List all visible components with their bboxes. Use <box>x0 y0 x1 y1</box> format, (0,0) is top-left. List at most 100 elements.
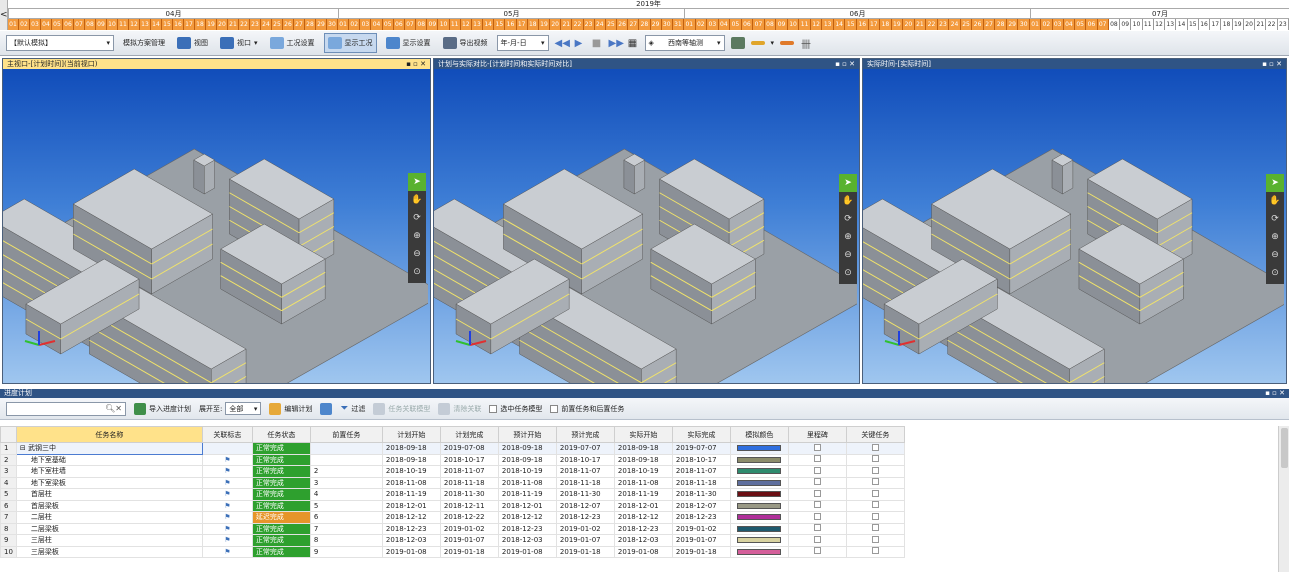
color-swatch[interactable] <box>737 502 782 509</box>
timeline-day[interactable]: 17 <box>868 19 881 30</box>
column-header[interactable]: 实际完成 <box>671 426 731 443</box>
zoom-out-icon[interactable]: ⊖ <box>839 246 857 264</box>
timeline-day[interactable]: 24 <box>594 19 606 30</box>
actual-viewport[interactable]: 实际时间-[实际时间] ▪ ▫ ✕ ➤ ✋ ⟳ ⊕ ⊖ ⊙ <box>862 58 1287 384</box>
table-row[interactable]: 4 地下室梁板 ⚑ 正常完成 3 2018-11-08 2018-11-18 2018-11-… <box>0 476 905 489</box>
milestone-checkbox[interactable] <box>813 512 821 520</box>
3d-scene[interactable] <box>434 69 859 383</box>
zoom-fit-icon[interactable]: ⊙ <box>1266 264 1284 282</box>
table-row[interactable]: 3 地下室柱墙 ⚑ 正常完成 2 2018-10-19 2018-11-07 2018-10-… <box>0 465 905 478</box>
section-icon[interactable]: 卌 <box>800 36 812 51</box>
pan-hand-icon[interactable]: ✋ <box>408 191 426 209</box>
timeline-day[interactable]: 18 <box>1221 19 1233 30</box>
task-link-model-button[interactable]: 任务关联模型 <box>373 402 430 415</box>
timeline-day[interactable]: 11 <box>1142 19 1154 30</box>
timeline-day[interactable]: 04 <box>371 19 383 30</box>
timeline-day[interactable]: 22 <box>1266 19 1278 30</box>
critical-checkbox[interactable] <box>871 501 879 509</box>
timeline-day[interactable]: 12 <box>810 19 823 30</box>
sim-plan-combo[interactable]: 【默认模拟】 ▾ <box>6 35 114 51</box>
timeline-day[interactable]: 10 <box>438 19 450 30</box>
viewport-button[interactable]: 视口 ▾ <box>217 33 261 53</box>
milestone-checkbox[interactable] <box>813 547 821 555</box>
timeline-day[interactable]: 23 <box>937 19 950 30</box>
timeline-day[interactable]: 15 <box>162 19 173 30</box>
milestone-checkbox[interactable] <box>813 524 821 532</box>
column-header[interactable]: 任务状态 <box>251 426 311 443</box>
timeline-day[interactable]: 23 <box>250 19 261 30</box>
timeline-day[interactable]: 01 <box>1030 19 1042 30</box>
chevron-down-icon[interactable]: ▾ <box>771 39 775 47</box>
timeline-day[interactable]: 22 <box>926 19 938 30</box>
zoom-in-icon[interactable]: ⊕ <box>408 227 426 245</box>
column-header[interactable]: 模拟颜色 <box>729 426 789 443</box>
timeline-day[interactable]: 08 <box>1108 19 1121 30</box>
timeline-day[interactable]: 10 <box>1131 19 1143 30</box>
timeline-day[interactable]: 12 <box>129 19 140 30</box>
timeline-day[interactable]: 14 <box>483 19 495 30</box>
timeline-day[interactable]: 16 <box>1198 19 1211 30</box>
critical-checkbox[interactable] <box>871 547 879 555</box>
timeline-day[interactable]: 26 <box>283 19 294 30</box>
scroll-thumb[interactable] <box>1281 428 1288 468</box>
timeline-day[interactable]: 07 <box>753 19 765 30</box>
timeline-day[interactable]: 17 <box>516 19 528 30</box>
timeline-day[interactable]: 30 <box>327 19 338 30</box>
zoom-fit-icon[interactable]: ⊙ <box>408 263 426 281</box>
orbit-icon[interactable]: ⟳ <box>408 209 426 227</box>
timeline-day[interactable]: 12 <box>460 19 472 30</box>
timeline-day[interactable]: 27 <box>983 19 996 30</box>
timeline-day[interactable]: 14 <box>151 19 162 30</box>
color-swatch[interactable] <box>737 468 782 475</box>
color-swatch[interactable] <box>737 514 782 521</box>
timeline-day[interactable]: 20 <box>903 19 915 30</box>
zoom-in-icon[interactable]: ⊕ <box>839 228 857 246</box>
show-work-button[interactable]: 显示工况 <box>323 33 377 53</box>
window-controls-icon[interactable]: ▪ ▫ ✕ <box>1262 59 1282 69</box>
critical-checkbox[interactable] <box>871 489 879 497</box>
timeline-day[interactable]: 19 <box>538 19 551 30</box>
timeline-day[interactable]: 25 <box>960 19 973 30</box>
milestone-checkbox[interactable] <box>813 466 821 474</box>
compare-viewport[interactable]: 计划与实际对比-[计划时间和实际时间对比] ▪ ▫ ✕ ➤ ✋ ⟳ ⊕ ⊖ ⊙ <box>433 58 860 384</box>
import-plan-button[interactable]: 导入进度计划 <box>134 402 191 415</box>
timeline-day[interactable]: 28 <box>995 19 1007 30</box>
timeline-day[interactable]: 07 <box>1097 19 1109 30</box>
timeline-day[interactable]: 07 <box>74 19 85 30</box>
main-viewport[interactable]: 主视口-[计划时间](当前视口) ▪ ▫ ✕ <box>2 58 431 384</box>
collapse-icon[interactable]: ⊟ <box>20 444 28 452</box>
table-row[interactable]: 9 三层柱 ⚑ 正常完成 8 2018-12-03 2019-01-07 2018-12-03… <box>0 534 905 547</box>
prev-next-task-checkbox[interactable]: 前置任务和后置任务 <box>550 404 624 414</box>
timeline-day[interactable]: 03 <box>707 19 719 30</box>
clear-link-button[interactable]: 清除关联 <box>438 402 481 415</box>
timeline-day[interactable]: 15 <box>1187 19 1199 30</box>
timeline-day[interactable]: 06 <box>1086 19 1098 30</box>
timeline-day[interactable]: 30 <box>1018 19 1030 30</box>
search-icon[interactable]: 🔍︎✕ <box>105 404 122 413</box>
critical-checkbox[interactable] <box>871 455 879 463</box>
date-format-combo[interactable]: 年-月-日 ▾ <box>496 35 549 51</box>
timeline-day[interactable]: 02 <box>1041 19 1053 30</box>
color-swatch[interactable] <box>737 548 782 555</box>
column-header[interactable]: 里程碑 <box>787 426 847 443</box>
timeline-day[interactable]: 13 <box>140 19 151 30</box>
timeline-day[interactable]: 04 <box>718 19 731 30</box>
timeline-day[interactable]: 21 <box>1255 19 1267 30</box>
timeline-day[interactable]: 26 <box>972 19 984 30</box>
fast-forward-icon[interactable]: ▶▶ <box>609 38 624 49</box>
column-header[interactable]: 关联标志 <box>201 426 253 443</box>
rewind-icon[interactable]: ◀◀ <box>555 38 570 49</box>
table-row[interactable]: 1 ⊟ 武钢三中 正常完成 2018-09-18 2019-07-08 2018-09-1… <box>0 442 905 455</box>
timeline-day[interactable]: 13 <box>1165 19 1177 30</box>
timeline-day[interactable]: 27 <box>294 19 305 30</box>
timeline-day[interactable]: 29 <box>316 19 327 30</box>
milestone-checkbox[interactable] <box>813 455 821 463</box>
ruler-icon[interactable] <box>750 41 765 45</box>
view-button[interactable]: 视图 <box>174 33 211 53</box>
table-row[interactable]: 8 二层梁板 ⚑ 正常完成 7 2018-12-23 2019-01-02 2018-12-2… <box>0 522 905 535</box>
timeline-day[interactable]: 04 <box>41 19 52 30</box>
screen-icon[interactable] <box>730 37 745 49</box>
timeline-day[interactable]: 10 <box>787 19 800 30</box>
expand-to-combo[interactable]: 全部 ▾ <box>225 402 262 415</box>
vertical-scrollbar[interactable] <box>1278 426 1289 572</box>
